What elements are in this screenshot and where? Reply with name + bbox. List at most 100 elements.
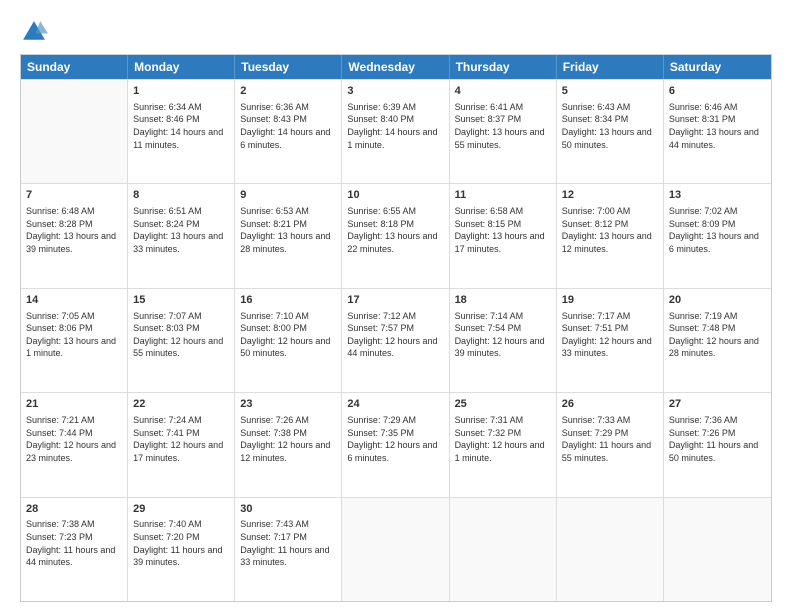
- day-number: 17: [347, 293, 443, 308]
- calendar-cell: 28Sunrise: 7:38 AMSunset: 7:23 PMDayligh…: [21, 498, 128, 601]
- calendar-cell: 6 Sunrise: 6:46 AMSunset: 8:31 PMDaylight…: [664, 80, 771, 183]
- calendar-cell: 11 Sunrise: 6:58 AMSunset: 8:15 PMDayligh…: [450, 184, 557, 287]
- day-number: 21: [26, 397, 122, 412]
- day-number: 4: [455, 84, 551, 99]
- cell-text: Sunrise: 7:33 AMSunset: 7:29 PMDaylight:…: [562, 414, 658, 464]
- calendar: SundayMondayTuesdayWednesdayThursdayFrid…: [20, 54, 772, 602]
- calendar-header-cell: Saturday: [664, 55, 771, 79]
- cell-text: Sunrise: 6:53 AMSunset: 8:21 PMDaylight:…: [240, 205, 336, 255]
- calendar-week-row: 28Sunrise: 7:38 AMSunset: 7:23 PMDayligh…: [21, 497, 771, 601]
- day-number: 8: [133, 188, 229, 203]
- day-number: 28: [26, 502, 122, 517]
- calendar-cell: 3 Sunrise: 6:39 AMSunset: 8:40 PMDaylight…: [342, 80, 449, 183]
- calendar-cell: [450, 498, 557, 601]
- day-number: 9: [240, 188, 336, 203]
- calendar-cell: 17 Sunrise: 7:12 AMSunset: 7:57 PMDayligh…: [342, 289, 449, 392]
- day-number: 19: [562, 293, 658, 308]
- calendar-cell: 30Sunrise: 7:43 AMSunset: 7:17 PMDayligh…: [235, 498, 342, 601]
- calendar-week-row: 7 Sunrise: 6:48 AMSunset: 8:28 PMDaylight…: [21, 183, 771, 287]
- cell-text: Sunrise: 7:38 AMSunset: 7:23 PMDaylight:…: [26, 518, 122, 568]
- calendar-cell: 9 Sunrise: 6:53 AMSunset: 8:21 PMDaylight…: [235, 184, 342, 287]
- cell-text: Sunrise: 7:29 AMSunset: 7:35 PMDaylight:…: [347, 414, 443, 464]
- day-number: 26: [562, 397, 658, 412]
- cell-text: Sunrise: 6:55 AMSunset: 8:18 PMDaylight:…: [347, 205, 443, 255]
- cell-text: Sunrise: 7:07 AMSunset: 8:03 PMDaylight:…: [133, 310, 229, 360]
- day-number: 12: [562, 188, 658, 203]
- cell-text: Sunrise: 6:43 AMSunset: 8:34 PMDaylight:…: [562, 101, 658, 151]
- calendar-header-cell: Friday: [557, 55, 664, 79]
- calendar-header-cell: Monday: [128, 55, 235, 79]
- calendar-cell: 27 Sunrise: 7:36 AMSunset: 7:26 PMDayligh…: [664, 393, 771, 496]
- cell-text: Sunrise: 6:58 AMSunset: 8:15 PMDaylight:…: [455, 205, 551, 255]
- calendar-header-row: SundayMondayTuesdayWednesdayThursdayFrid…: [21, 55, 771, 79]
- day-number: 15: [133, 293, 229, 308]
- day-number: 3: [347, 84, 443, 99]
- cell-text: Sunrise: 7:43 AMSunset: 7:17 PMDaylight:…: [240, 518, 336, 568]
- calendar-cell: 8 Sunrise: 6:51 AMSunset: 8:24 PMDaylight…: [128, 184, 235, 287]
- day-number: 22: [133, 397, 229, 412]
- calendar-cell: [342, 498, 449, 601]
- day-number: 13: [669, 188, 766, 203]
- calendar-week-row: 1Sunrise: 6:34 AMSunset: 8:46 PMDaylight…: [21, 79, 771, 183]
- page: SundayMondayTuesdayWednesdayThursdayFrid…: [0, 0, 792, 612]
- calendar-header-cell: Wednesday: [342, 55, 449, 79]
- calendar-cell: 21 Sunrise: 7:21 AMSunset: 7:44 PMDayligh…: [21, 393, 128, 496]
- calendar-cell: 1Sunrise: 6:34 AMSunset: 8:46 PMDaylight…: [128, 80, 235, 183]
- calendar-cell: 22 Sunrise: 7:24 AMSunset: 7:41 PMDayligh…: [128, 393, 235, 496]
- day-number: 24: [347, 397, 443, 412]
- calendar-cell: 23Sunrise: 7:26 AMSunset: 7:38 PMDayligh…: [235, 393, 342, 496]
- calendar-cell: 16Sunrise: 7:10 AMSunset: 8:00 PMDayligh…: [235, 289, 342, 392]
- day-number: 6: [669, 84, 766, 99]
- cell-text: Sunrise: 6:48 AMSunset: 8:28 PMDaylight:…: [26, 205, 122, 255]
- cell-text: Sunrise: 6:39 AMSunset: 8:40 PMDaylight:…: [347, 101, 443, 151]
- day-number: 11: [455, 188, 551, 203]
- calendar-cell: 13 Sunrise: 7:02 AMSunset: 8:09 PMDayligh…: [664, 184, 771, 287]
- calendar-header-cell: Thursday: [450, 55, 557, 79]
- cell-text: Sunrise: 7:36 AMSunset: 7:26 PMDaylight:…: [669, 414, 766, 464]
- day-number: 10: [347, 188, 443, 203]
- calendar-header-cell: Tuesday: [235, 55, 342, 79]
- cell-text: Sunrise: 6:51 AMSunset: 8:24 PMDaylight:…: [133, 205, 229, 255]
- cell-text: Sunrise: 6:36 AMSunset: 8:43 PMDaylight:…: [240, 101, 336, 151]
- cell-text: Sunrise: 6:46 AMSunset: 8:31 PMDaylight:…: [669, 101, 766, 151]
- logo-icon: [20, 18, 48, 46]
- calendar-cell: 25Sunrise: 7:31 AMSunset: 7:32 PMDayligh…: [450, 393, 557, 496]
- day-number: 2: [240, 84, 336, 99]
- calendar-cell: 20 Sunrise: 7:19 AMSunset: 7:48 PMDayligh…: [664, 289, 771, 392]
- calendar-body: 1Sunrise: 6:34 AMSunset: 8:46 PMDaylight…: [21, 79, 771, 601]
- calendar-cell: [21, 80, 128, 183]
- logo: [20, 18, 52, 46]
- calendar-cell: 18 Sunrise: 7:14 AMSunset: 7:54 PMDayligh…: [450, 289, 557, 392]
- cell-text: Sunrise: 7:21 AMSunset: 7:44 PMDaylight:…: [26, 414, 122, 464]
- day-number: 5: [562, 84, 658, 99]
- calendar-cell: 29Sunrise: 7:40 AMSunset: 7:20 PMDayligh…: [128, 498, 235, 601]
- cell-text: Sunrise: 7:14 AMSunset: 7:54 PMDaylight:…: [455, 310, 551, 360]
- calendar-cell: 4Sunrise: 6:41 AMSunset: 8:37 PMDaylight…: [450, 80, 557, 183]
- day-number: 20: [669, 293, 766, 308]
- cell-text: Sunrise: 7:00 AMSunset: 8:12 PMDaylight:…: [562, 205, 658, 255]
- cell-text: Sunrise: 7:24 AMSunset: 7:41 PMDaylight:…: [133, 414, 229, 464]
- day-number: 1: [133, 84, 229, 99]
- cell-text: Sunrise: 7:12 AMSunset: 7:57 PMDaylight:…: [347, 310, 443, 360]
- cell-text: Sunrise: 7:05 AMSunset: 8:06 PMDaylight:…: [26, 310, 122, 360]
- cell-text: Sunrise: 7:40 AMSunset: 7:20 PMDaylight:…: [133, 518, 229, 568]
- calendar-cell: 7 Sunrise: 6:48 AMSunset: 8:28 PMDaylight…: [21, 184, 128, 287]
- day-number: 27: [669, 397, 766, 412]
- day-number: 23: [240, 397, 336, 412]
- calendar-cell: [557, 498, 664, 601]
- day-number: 16: [240, 293, 336, 308]
- day-number: 7: [26, 188, 122, 203]
- calendar-cell: [664, 498, 771, 601]
- cell-text: Sunrise: 7:02 AMSunset: 8:09 PMDaylight:…: [669, 205, 766, 255]
- calendar-cell: 14 Sunrise: 7:05 AMSunset: 8:06 PMDayligh…: [21, 289, 128, 392]
- calendar-cell: 19Sunrise: 7:17 AMSunset: 7:51 PMDayligh…: [557, 289, 664, 392]
- calendar-week-row: 14 Sunrise: 7:05 AMSunset: 8:06 PMDayligh…: [21, 288, 771, 392]
- cell-text: Sunrise: 7:19 AMSunset: 7:48 PMDaylight:…: [669, 310, 766, 360]
- calendar-cell: 26 Sunrise: 7:33 AMSunset: 7:29 PMDayligh…: [557, 393, 664, 496]
- day-number: 14: [26, 293, 122, 308]
- cell-text: Sunrise: 7:31 AMSunset: 7:32 PMDaylight:…: [455, 414, 551, 464]
- day-number: 30: [240, 502, 336, 517]
- day-number: 29: [133, 502, 229, 517]
- calendar-cell: 5 Sunrise: 6:43 AMSunset: 8:34 PMDaylight…: [557, 80, 664, 183]
- day-number: 18: [455, 293, 551, 308]
